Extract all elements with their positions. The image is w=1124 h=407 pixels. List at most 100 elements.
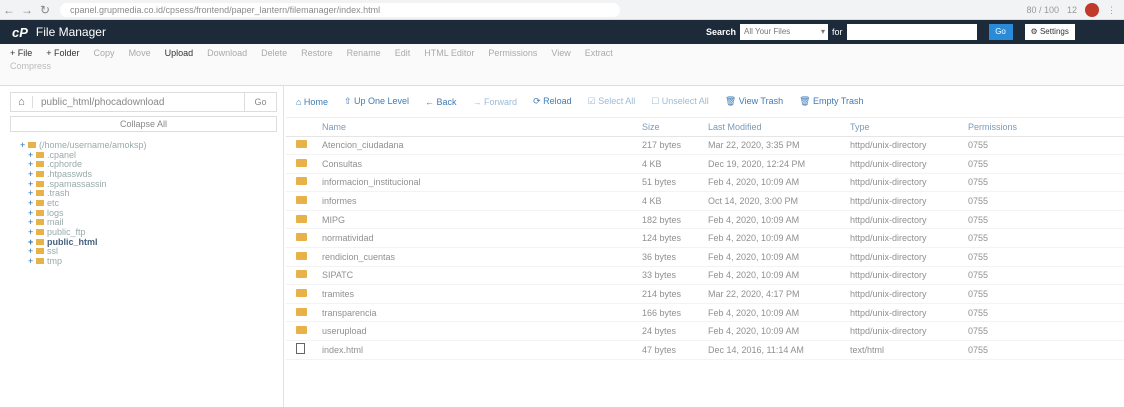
table-row[interactable]: index.html 47 bytes Dec 14, 2016, 11:14 AM… [286, 340, 1124, 360]
tree-item[interactable]: + .trash [20, 188, 283, 198]
tree-item[interactable]: + .cphorde [20, 159, 283, 169]
action-button[interactable]: ☐ Unselect All [651, 96, 709, 107]
tree-item[interactable]: + logs [20, 208, 283, 218]
tree-item-label: mail [47, 217, 64, 228]
tree-item[interactable]: + mail [20, 217, 283, 228]
toolbar-row: + File + Folder Copy Move Upload Download Dele… [0, 44, 1124, 58]
header-modified[interactable]: Last Modified [698, 118, 840, 137]
menu-dots-icon[interactable]: ⋮ [1107, 5, 1116, 16]
table-row[interactable]: SIPATC 33 bytes Feb 4, 2020, 10:09 AM httpd… [286, 266, 1124, 286]
toolbar-item[interactable]: Download [207, 48, 247, 58]
search-go-button[interactable]: Go [988, 24, 1013, 40]
table-row[interactable]: Atencion_ciudadana 217 bytes Mar 22, 2020,… [286, 136, 1124, 156]
cell-modified: Feb 4, 2020, 10:09 AM [698, 173, 840, 193]
path-input[interactable] [33, 93, 244, 111]
action-button[interactable]: ← Back [425, 97, 457, 107]
toolbar-item[interactable]: + Folder [46, 48, 79, 58]
expand-icon[interactable]: + [28, 169, 36, 179]
cell-perm: 0755 [958, 136, 1124, 156]
cell-type: httpd/unix-directory [840, 266, 958, 286]
cell-type: httpd/unix-directory [840, 247, 958, 267]
toolbar-item[interactable]: Restore [301, 48, 333, 58]
profile-avatar[interactable] [1085, 3, 1099, 17]
tree-item[interactable]: + .htpasswds [20, 169, 283, 179]
tree-item[interactable]: + ssl [20, 246, 283, 256]
header-permissions[interactable]: Permissions [958, 118, 1124, 137]
table-row[interactable]: informes 4 KB Oct 14, 2020, 3:00 PM httpd/u… [286, 191, 1124, 211]
toolbar-item[interactable]: Permissions [488, 48, 537, 58]
toolbar-compress-button[interactable]: Compress [0, 58, 1124, 74]
table-row[interactable]: normatividad 124 bytes Feb 4, 2020, 10:09 … [286, 228, 1124, 249]
action-button[interactable]: ⌂ Home [296, 97, 328, 107]
table-row[interactable]: userupload 24 bytes Feb 4, 2020, 10:09 AM h… [286, 321, 1124, 342]
cell-perm: 0755 [958, 154, 1124, 174]
toolbar-item[interactable]: Upload [165, 48, 194, 58]
search-input[interactable] [846, 24, 977, 40]
address-bar[interactable]: cpanel.grupmedia.co.id/cpsess/frontend/p… [60, 2, 620, 17]
folder-icon [28, 141, 36, 148]
expand-icon[interactable]: + [28, 159, 36, 169]
toolbar-item[interactable]: View [551, 48, 570, 58]
tree-item[interactable]: + public_ftp [20, 227, 283, 237]
cell-perm: 0755 [958, 210, 1124, 230]
table-row[interactable]: rendicion_cuentas 36 bytes Feb 4, 2020, 10… [286, 247, 1124, 267]
tree-item[interactable]: + (/home/username/amoksp) [20, 140, 283, 150]
expand-icon[interactable]: + [28, 237, 36, 247]
header-size[interactable]: Size [632, 118, 698, 137]
expand-icon[interactable]: + [28, 150, 36, 160]
zoom-indicator[interactable]: 80 / 100 [1026, 5, 1059, 15]
expand-icon[interactable]: + [28, 208, 36, 218]
action-button[interactable]: ⇧ Up One Level [344, 96, 409, 107]
expand-icon[interactable]: + [28, 198, 36, 208]
expand-icon[interactable]: + [28, 217, 36, 227]
page-title: File Manager [35, 25, 106, 39]
table-row[interactable]: transparencia 166 bytes Feb 4, 2020, 10:09… [286, 303, 1124, 323]
header-icon [286, 118, 312, 137]
path-go-button[interactable]: Go [244, 93, 276, 111]
back-arrow-icon[interactable]: ← [0, 3, 18, 17]
action-button[interactable]: 🗑 Empty Trash [799, 96, 863, 107]
search-scope-select[interactable]: All Your Files [740, 24, 829, 40]
toolbar-item[interactable]: Rename [347, 48, 381, 58]
table-row[interactable]: Consultas 4 KB Dec 19, 2020, 12:24 PM httpd… [286, 154, 1124, 174]
cell-name: transparencia [312, 303, 632, 323]
expand-icon[interactable]: + [28, 246, 36, 256]
toolbar-item[interactable]: Delete [261, 48, 287, 58]
file-manager-header: cP File Manager Search All Your Files fo… [0, 20, 1124, 44]
tree-item[interactable]: + tmp [20, 256, 283, 266]
expand-icon[interactable]: + [28, 227, 36, 237]
action-button[interactable]: ⟳ Reload [533, 96, 572, 107]
toolbar-item[interactable]: HTML Editor [424, 48, 474, 58]
reload-icon[interactable]: ↻ [36, 3, 54, 17]
home-icon[interactable]: ⌂ [11, 96, 33, 108]
cell-type: httpd/unix-directory [840, 228, 958, 249]
expand-icon[interactable]: + [28, 188, 36, 198]
action-button[interactable]: → Forward [473, 97, 518, 107]
toolbar-item[interactable]: Extract [585, 48, 613, 58]
cell-size: 33 bytes [632, 266, 698, 286]
toolbar-item[interactable]: + File [10, 48, 32, 58]
expand-icon[interactable]: + [28, 179, 36, 189]
toolbar-item[interactable]: Edit [395, 48, 411, 58]
tree-item[interactable]: + etc [20, 198, 283, 208]
expand-icon[interactable]: + [28, 256, 36, 266]
folder-icon [296, 307, 307, 316]
action-button[interactable]: 🗑 View Trash [725, 96, 783, 107]
tab-counter[interactable]: 12 [1067, 5, 1077, 15]
toolbar-item[interactable]: Move [129, 48, 151, 58]
toolbar-item[interactable]: Copy [94, 48, 115, 58]
action-button[interactable]: ☑ Select All [588, 96, 636, 107]
table-row[interactable]: tramites 214 bytes Mar 22, 2020, 4:17 PM ht… [286, 284, 1124, 304]
cell-modified: Feb 4, 2020, 10:09 AM [698, 321, 840, 342]
collapse-all-button[interactable]: Collapse All [10, 116, 277, 132]
tree-item[interactable]: + public_html [20, 237, 283, 247]
table-row[interactable]: MIPG 182 bytes Feb 4, 2020, 10:09 AM httpd/… [286, 210, 1124, 230]
header-type[interactable]: Type [840, 118, 958, 137]
settings-button[interactable]: ⚙ Settings [1024, 24, 1075, 40]
tree-item[interactable]: + .spamassassin [20, 179, 283, 189]
expand-icon[interactable]: + [20, 140, 28, 150]
forward-arrow-icon[interactable]: → [18, 3, 36, 17]
table-row[interactable]: informacion_institucional 51 bytes Feb 4, … [286, 173, 1124, 193]
tree-item[interactable]: + .cpanel [20, 150, 283, 160]
header-name[interactable]: Name [312, 118, 632, 137]
